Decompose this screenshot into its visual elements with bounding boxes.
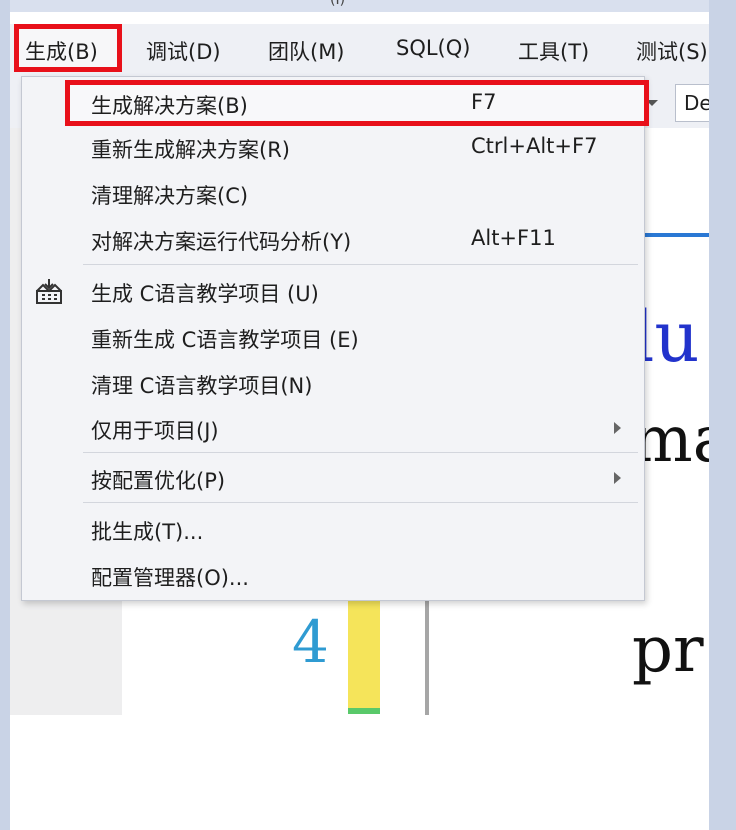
menu-item-rebuild-project[interactable]: 重新生成 C语言教学项目 (E) [22, 314, 644, 360]
menu-team[interactable]: 团队(M) [268, 36, 345, 66]
menu-item-label: 对解决方案运行代码分析(Y) [91, 230, 352, 254]
menu-item-project-only[interactable]: 仅用于项目(J) [22, 405, 644, 451]
menu-separator [83, 452, 638, 453]
build-menu-dropdown: 生成解决方案(B) F7 重新生成解决方案(R) Ctrl+Alt+F7 清理解… [21, 76, 649, 601]
change-marker-yellow [348, 598, 380, 710]
submenu-arrow-icon [614, 422, 621, 434]
menu-sql[interactable]: SQL(Q) [396, 36, 470, 60]
config-value: De [684, 91, 709, 115]
menu-item-rebuild-solution[interactable]: 重新生成解决方案(R) Ctrl+Alt+F7 [22, 124, 644, 170]
menu-item-clean-solution[interactable]: 清理解决方案(C) [22, 170, 644, 216]
menu-item-build-solution[interactable]: 生成解决方案(B) F7 [65, 80, 649, 126]
solution-config-select[interactable]: De [675, 84, 709, 122]
menu-item-label: 重新生成解决方案(R) [91, 138, 290, 162]
menu-item-shortcut: F7 [471, 90, 497, 114]
menu-test[interactable]: 测试(S) [636, 36, 708, 66]
change-marker-green [348, 708, 380, 714]
menu-item-config-manager[interactable]: 配置管理器(O)... [22, 552, 644, 598]
menu-item-label: 配置管理器(O)... [91, 566, 249, 590]
menu-item-build-project[interactable]: 生成 C语言教学项目 (U) [22, 268, 644, 314]
menu-item-label: 生成解决方案(B) [91, 94, 248, 118]
menu-build[interactable]: 生成(B) [14, 24, 122, 72]
outline-margin [425, 598, 429, 715]
build-icon [34, 277, 64, 305]
menu-item-label: 重新生成 C语言教学项目 (E) [91, 328, 359, 352]
menu-item-shortcut: Ctrl+Alt+F7 [471, 134, 598, 158]
menu-separator [83, 264, 638, 265]
submenu-arrow-icon [614, 472, 621, 484]
menu-item-label: 清理解决方案(C) [91, 184, 249, 208]
menu-item-label: 清理 C语言教学项目(N) [91, 374, 313, 398]
menu-tools[interactable]: 工具(T) [518, 36, 589, 66]
menu-bar: 生成(B) 调试(D) 团队(M) SQL(Q) 工具(T) 测试(S) [10, 24, 709, 76]
menu-item-shortcut: Alt+F11 [471, 226, 556, 250]
line-number: 4 [292, 608, 329, 676]
menu-separator [83, 502, 638, 503]
menu-build-label: 生成(B) [25, 40, 98, 64]
menu-item-batch-build[interactable]: 批生成(T)... [22, 506, 644, 552]
menu-item-code-analysis[interactable]: 对解决方案运行代码分析(Y) Alt+F11 [22, 216, 644, 262]
code-fragment-printf: pr [632, 613, 704, 687]
menu-item-profile-guided[interactable]: 按配置优化(P) [22, 455, 644, 501]
title-fragment: (I) [330, 0, 346, 8]
menu-item-label: 按配置优化(P) [91, 469, 226, 493]
menu-item-label: 仅用于项目(J) [91, 419, 219, 443]
ide-window: (I) 生成(B) 调试(D) 团队(M) SQL(Q) 工具(T) 测试(S)… [10, 0, 709, 830]
menu-item-clean-project[interactable]: 清理 C语言教学项目(N) [22, 360, 644, 406]
menu-item-label: 批生成(T)... [91, 520, 204, 544]
menu-item-label: 生成 C语言教学项目 (U) [91, 282, 319, 306]
title-bar: (I) [10, 0, 709, 12]
menu-debug[interactable]: 调试(D) [146, 36, 221, 66]
